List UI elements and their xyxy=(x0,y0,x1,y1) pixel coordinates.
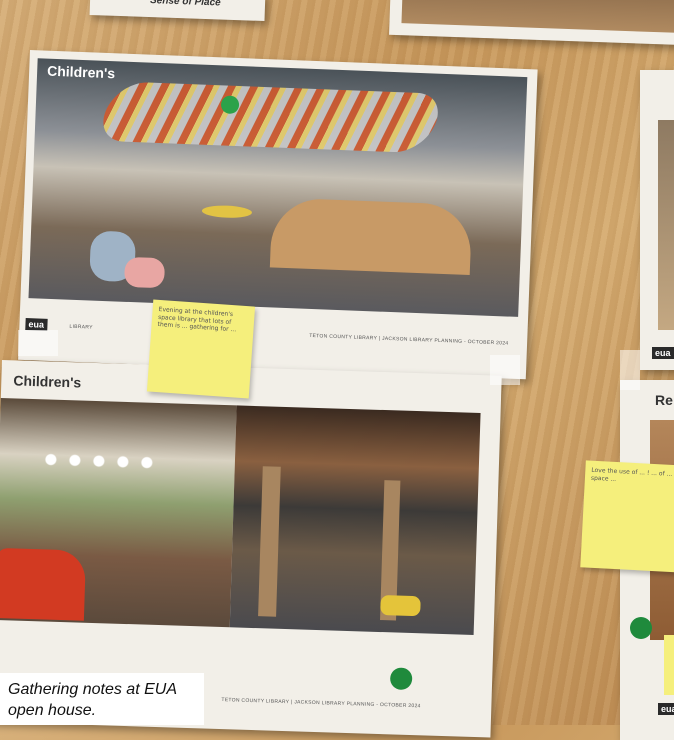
eua-logo: eua xyxy=(652,347,674,359)
board-top-left: Sense of Place xyxy=(89,0,266,22)
sticky-note: Love the use of ... ! ... of ... space .… xyxy=(580,460,674,573)
board-title: Children's xyxy=(13,372,82,391)
green-dot-sticker xyxy=(630,617,652,639)
green-dot-sticker xyxy=(389,667,413,691)
tape-strip xyxy=(620,350,640,390)
board-photo xyxy=(401,0,674,33)
board-right-top: eua xyxy=(640,70,674,370)
eua-logo: eua xyxy=(658,703,674,715)
bookshelves xyxy=(269,197,473,276)
yellow-seat xyxy=(380,595,421,617)
eua-logo: eua xyxy=(25,318,48,331)
round-table xyxy=(201,204,253,219)
yellow-sticky-edge xyxy=(664,635,674,695)
tape-strip xyxy=(490,355,520,385)
tape-strip xyxy=(18,330,58,356)
board-photo xyxy=(658,120,674,330)
board-childrens-top: Children's eua LIBRARY TETON COUNTY LIBR… xyxy=(18,50,538,380)
library-logo-text: LIBRARY xyxy=(69,323,93,331)
board-photo-childrens-library xyxy=(28,58,528,317)
pendant-lights xyxy=(38,449,160,473)
board-top-right xyxy=(389,0,674,46)
board-footer: TETON COUNTY LIBRARY | JACKSON LIBRARY P… xyxy=(221,697,421,710)
person-red-chair xyxy=(0,547,87,621)
board-fragment-title: Sense of Place xyxy=(149,0,221,9)
sticky-note: Evening at the children's space library … xyxy=(146,299,256,399)
board-title: Re xyxy=(655,392,673,408)
board-photo-stacks-room xyxy=(229,405,481,635)
tree-column xyxy=(258,466,281,617)
board-footer: TETON COUNTY LIBRARY | JACKSON LIBRARY P… xyxy=(309,332,509,347)
board-photo-reading-room xyxy=(0,397,237,628)
ceiling-baffles xyxy=(93,81,448,154)
chair-pink xyxy=(123,256,166,289)
photo-caption: Gathering notes at EUA open house. xyxy=(0,673,204,725)
board-title: Children's xyxy=(46,62,116,82)
